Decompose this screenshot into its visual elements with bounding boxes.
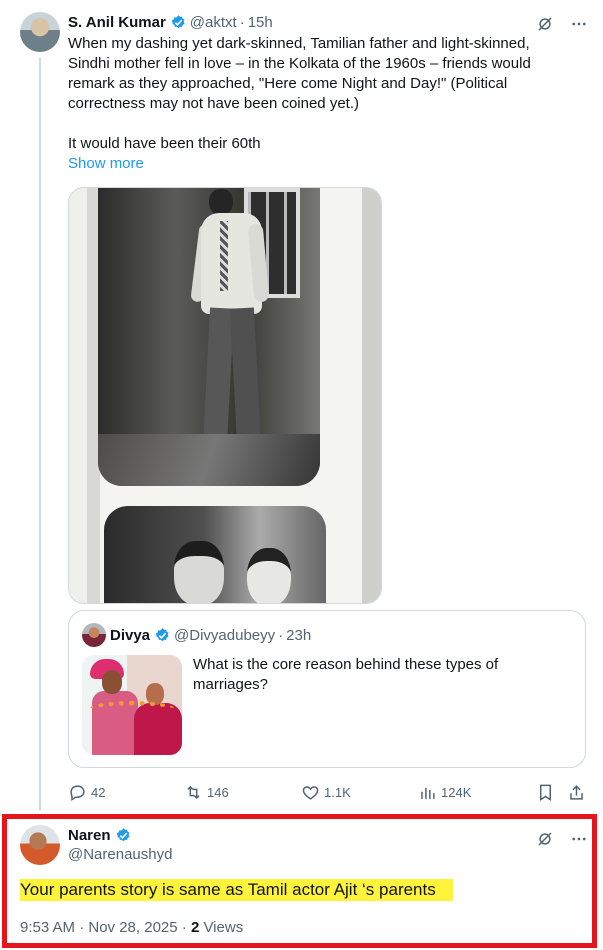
post-text: When my dashing yet dark-skinned, Tamili… bbox=[68, 34, 571, 174]
like-icon bbox=[302, 785, 319, 800]
reply-text: Your parents story is same as Tamil acto… bbox=[20, 879, 453, 901]
photo-ground bbox=[98, 434, 320, 486]
wedding-garland bbox=[90, 701, 174, 716]
reply-button[interactable]: 42 bbox=[68, 780, 105, 804]
verified-badge-icon bbox=[171, 14, 185, 28]
quoted-author-handle[interactable]: @Divyadubeyy bbox=[174, 627, 275, 644]
quoted-post-age[interactable]: 23h bbox=[286, 627, 311, 644]
show-more-link[interactable]: Show more bbox=[68, 154, 571, 174]
post-action-bar: 42 146 1.1K 124K bbox=[68, 780, 586, 804]
bookmark-button[interactable] bbox=[536, 780, 555, 804]
reply-post: Naren @Narenaushyd bbox=[68, 825, 588, 865]
wedding-groom-face bbox=[102, 670, 122, 694]
thread-connector-line bbox=[39, 58, 41, 810]
quoted-post[interactable]: Divya @Divyadubeyy · 23h What is the cor… bbox=[68, 610, 586, 768]
reply-top-actions bbox=[535, 829, 588, 848]
views-icon bbox=[421, 787, 435, 799]
share-icon bbox=[570, 784, 583, 800]
reply-timestamp-and-views: 9:53 AM · Nov 28, 2025 · 2 Views bbox=[20, 918, 243, 938]
post-age[interactable]: 15h bbox=[248, 14, 273, 31]
share-button[interactable] bbox=[567, 780, 586, 804]
photo-man-face bbox=[174, 541, 224, 603]
reply-author-avatar[interactable] bbox=[20, 825, 60, 865]
quoted-post-header: Divya @Divyadubeyy · 23h bbox=[82, 623, 311, 647]
author-avatar[interactable] bbox=[20, 12, 60, 52]
grok-icon[interactable] bbox=[535, 14, 554, 33]
post-text-paragraph-1: When my dashing yet dark-skinned, Tamili… bbox=[68, 35, 531, 112]
quoted-post-wedding-image[interactable] bbox=[82, 655, 182, 755]
like-count: 1.1K bbox=[324, 784, 351, 800]
like-button[interactable]: 1.1K bbox=[301, 780, 351, 804]
repost-count: 146 bbox=[207, 784, 229, 800]
repost-icon bbox=[187, 785, 200, 799]
reply-author-name[interactable]: Naren bbox=[68, 827, 111, 844]
quoted-post-text: What is the core reason behind these typ… bbox=[193, 656, 499, 693]
author-name[interactable]: S. Anil Kumar bbox=[68, 14, 166, 31]
quoted-author-avatar[interactable] bbox=[82, 623, 106, 647]
original-post: S. Anil Kumar @aktxt · 15h When my dashi… bbox=[68, 10, 588, 174]
bookmark-icon bbox=[539, 784, 552, 801]
photo-person-head bbox=[209, 189, 233, 215]
views-button[interactable]: 124K bbox=[418, 780, 471, 804]
photo-person-tie bbox=[220, 221, 228, 291]
reply-header: Naren bbox=[68, 825, 588, 845]
quoted-author-name[interactable]: Divya bbox=[110, 627, 150, 644]
black-white-portrait-photo bbox=[98, 188, 320, 486]
post-text-paragraph-2: It would have been their 60th bbox=[68, 135, 261, 152]
post-top-actions bbox=[535, 14, 588, 33]
verified-badge-icon bbox=[155, 627, 169, 641]
photo-woman-face bbox=[247, 548, 291, 603]
author-handle[interactable]: @aktxt bbox=[190, 14, 237, 31]
more-icon[interactable] bbox=[569, 829, 588, 848]
post-photo[interactable] bbox=[68, 187, 382, 604]
repost-button[interactable]: 146 bbox=[184, 780, 229, 804]
reply-view-count: 2 bbox=[190, 919, 200, 936]
more-icon[interactable] bbox=[569, 14, 588, 33]
view-count: 124K bbox=[441, 784, 472, 800]
reply-timestamp[interactable]: 9:53 AM · Nov 28, 2025 · bbox=[20, 919, 187, 936]
reply-icon bbox=[70, 784, 85, 801]
metadata-separator: · bbox=[239, 13, 245, 31]
reply-views-label: Views bbox=[203, 919, 244, 936]
post-header: S. Anil Kumar @aktxt · 15h bbox=[68, 10, 588, 34]
couple-photo-frame bbox=[104, 506, 326, 603]
reply-count: 42 bbox=[91, 784, 106, 800]
metadata-separator: · bbox=[278, 626, 284, 644]
reply-author-handle[interactable]: @Narenaushyd bbox=[68, 845, 588, 865]
grok-icon[interactable] bbox=[535, 829, 554, 848]
verified-badge-icon bbox=[116, 827, 130, 841]
